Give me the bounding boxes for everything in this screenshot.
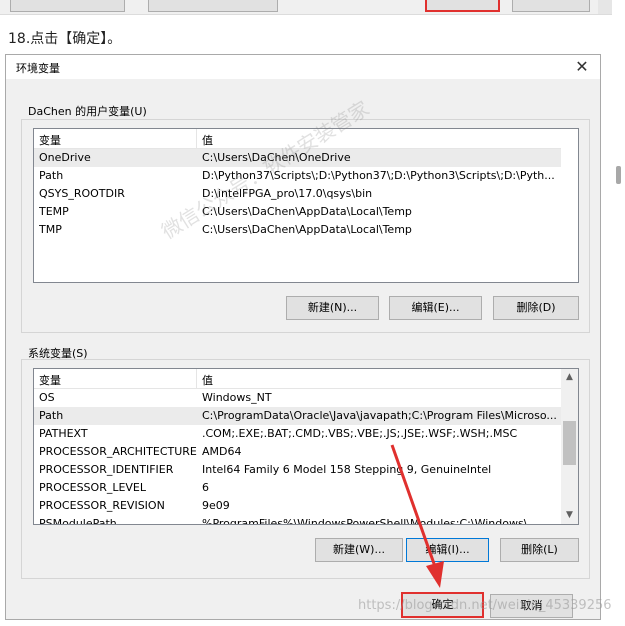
system-var-value: %ProgramFiles%\WindowsPowerShell\Modules… — [202, 517, 538, 525]
scroll-down-icon[interactable]: ▼ — [561, 507, 578, 524]
column-header-variable[interactable]: 变量 — [39, 132, 61, 148]
system-var-name: OS — [39, 391, 55, 404]
user-edit-button[interactable]: 编辑(E)... — [389, 296, 482, 320]
system-edit-button[interactable]: 编辑(I)... — [406, 538, 489, 562]
user-delete-button[interactable]: 删除(D) — [493, 296, 579, 320]
system-var-value: C:\ProgramData\Oracle\Java\javapath;C:\P… — [202, 409, 557, 422]
system-var-row[interactable]: PROCESSOR_IDENTIFIER Intel64 Family 6 Mo… — [34, 461, 562, 479]
system-var-name: PROCESSOR_ARCHITECTURE — [39, 445, 197, 458]
system-var-row[interactable]: PROCESSOR_ARCHITECTURE AMD64 — [34, 443, 562, 461]
system-var-row[interactable]: Path C:\ProgramData\Oracle\Java\javapath… — [34, 407, 562, 425]
system-variables-list[interactable]: 变量 值 OS Windows_NT Path C:\ProgramData\O… — [33, 368, 579, 525]
system-var-name: PROCESSOR_IDENTIFIER — [39, 463, 174, 476]
system-var-value: 9e09 — [202, 499, 230, 512]
user-var-row[interactable]: QSYS_ROOTDIR D:\intelFPGA_pro\17.0\qsys\… — [34, 185, 562, 203]
user-variables-label: DaChen 的用户变量(U) — [28, 105, 147, 118]
column-header-value[interactable]: 值 — [202, 132, 213, 148]
user-var-value: C:\Users\DaChen\AppData\Local\Temp — [202, 223, 412, 236]
user-var-name: Path — [39, 169, 64, 182]
system-var-value: AMD64 — [202, 445, 242, 458]
user-new-button[interactable]: 新建(N)... — [286, 296, 379, 320]
user-variables-scrollbar[interactable] — [561, 129, 578, 282]
prev-button-4 — [512, 0, 590, 12]
user-var-row[interactable]: Path D:\Python37\Scripts\;D:\Python37\;D… — [34, 167, 562, 185]
system-var-row[interactable]: PROCESSOR_REVISION 9e09 — [34, 497, 562, 515]
user-var-name: OneDrive — [39, 151, 91, 164]
user-var-row[interactable]: TEMP C:\Users\DaChen\AppData\Local\Temp — [34, 203, 562, 221]
prev-scrollbar — [598, 0, 612, 14]
system-var-value: Intel64 Family 6 Model 158 Stepping 9, G… — [202, 463, 492, 476]
previous-step-strip — [0, 0, 625, 15]
column-header-variable[interactable]: 变量 — [39, 372, 61, 388]
system-variables-header: 变量 值 — [34, 369, 578, 389]
step-instruction: 18.点击【确定】。 — [8, 31, 122, 47]
system-var-row[interactable]: PATHEXT .COM;.EXE;.BAT;.CMD;.VBS;.VBE;.J… — [34, 425, 562, 443]
system-var-row[interactable]: PROCESSOR_LEVEL 6 — [34, 479, 562, 497]
dialog-titlebar: 环境变量 ✕ — [6, 55, 600, 79]
system-var-value: 6 — [202, 481, 209, 494]
close-icon[interactable]: ✕ — [572, 57, 592, 77]
system-var-name: PROCESSOR_REVISION — [39, 499, 165, 512]
prev-button-1 — [10, 0, 125, 12]
csdn-watermark: https://blog.csdn.net/weixin_45339256 — [358, 598, 612, 613]
system-var-name: PROCESSOR_LEVEL — [39, 481, 147, 494]
system-var-name: PATHEXT — [39, 427, 88, 440]
user-var-name: TEMP — [39, 205, 69, 218]
user-var-row[interactable]: TMP C:\Users\DaChen\AppData\Local\Temp — [34, 221, 562, 239]
page-scroll-thumb[interactable] — [616, 166, 621, 184]
prev-button-2 — [148, 0, 278, 12]
system-var-name: Path — [39, 409, 64, 422]
user-var-name: TMP — [39, 223, 62, 236]
system-var-value: Windows_NT — [202, 391, 272, 404]
user-var-value: C:\Users\DaChen\AppData\Local\Temp — [202, 205, 412, 218]
system-variables-label: 系统变量(S) — [28, 347, 88, 360]
column-header-value[interactable]: 值 — [202, 372, 213, 388]
scroll-thumb[interactable] — [563, 421, 576, 465]
prev-ok-button-highlighted — [425, 0, 500, 12]
system-variables-scrollbar[interactable]: ▲ ▼ — [561, 369, 578, 524]
system-var-row[interactable]: PSModulePath %ProgramFiles%\WindowsPower… — [34, 515, 562, 525]
column-divider[interactable] — [196, 129, 197, 148]
system-var-row[interactable]: OS Windows_NT — [34, 389, 562, 407]
scroll-up-icon[interactable]: ▲ — [561, 369, 578, 386]
system-var-name: PSModulePath — [39, 517, 117, 525]
system-var-value: .COM;.EXE;.BAT;.CMD;.VBS;.VBE;.JS;.JSE;.… — [202, 427, 518, 440]
user-var-name: QSYS_ROOTDIR — [39, 187, 125, 200]
dialog-title: 环境变量 — [16, 62, 60, 75]
column-divider[interactable] — [196, 369, 197, 388]
page-scrollbar[interactable] — [612, 0, 625, 626]
system-new-button[interactable]: 新建(W)... — [315, 538, 403, 562]
system-delete-button[interactable]: 删除(L) — [500, 538, 579, 562]
